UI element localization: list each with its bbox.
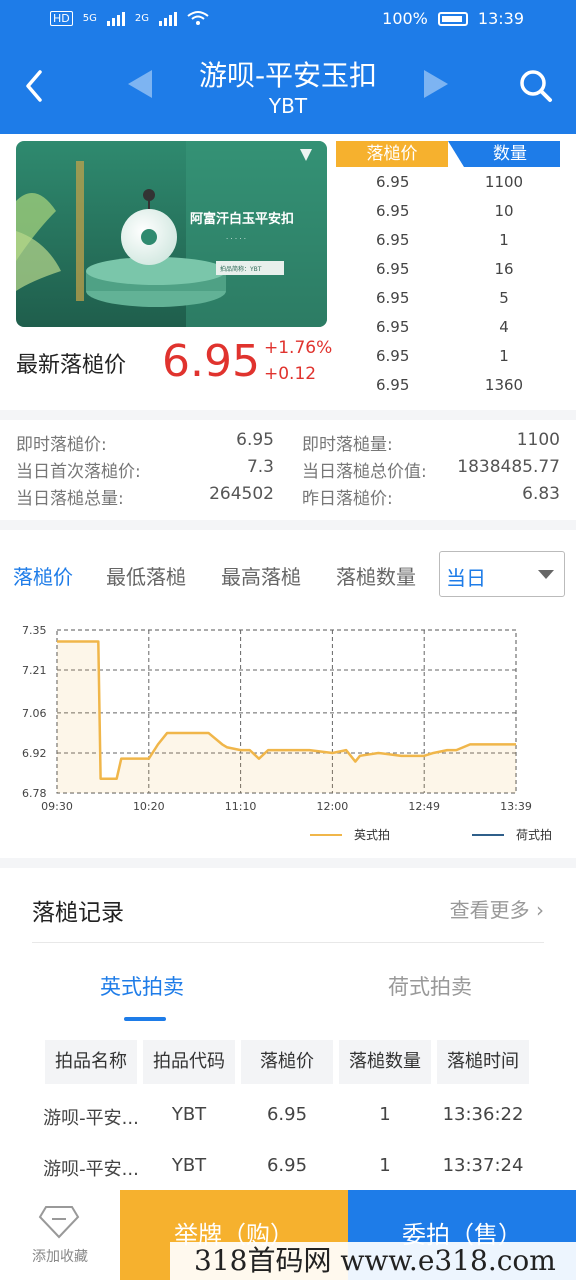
x-tick-label: 09:30: [41, 800, 73, 813]
network-type-1: 5G: [82, 12, 97, 24]
cell-price: 6.95: [266, 1155, 308, 1176]
divider: [32, 942, 544, 943]
col-header-name: 拍品名称: [45, 1040, 137, 1084]
instant-price: 6.95: [236, 430, 274, 450]
add-favorite-button[interactable]: 添加收藏: [0, 1190, 120, 1280]
price-chart: 7.35 7.21 7.06 6.92 6.7809:30 10:20 11:10 12:00…: [22, 624, 552, 842]
active-tab-indicator: [124, 1017, 166, 1021]
y-tick-label: 7.35: [22, 624, 47, 637]
diamond-icon: [38, 1206, 80, 1239]
yesterday-price: 6.83: [522, 484, 560, 504]
col-header-price: 落槌价: [241, 1040, 333, 1084]
cell-name: 游呗-平安...: [43, 1108, 139, 1129]
tab-hammer-price[interactable]: 落槌价: [13, 561, 73, 590]
col-header-code: 拍品代码: [143, 1040, 235, 1084]
view-more-label: 查看更多: [449, 898, 530, 922]
signal-icon: [106, 10, 125, 26]
book-row: 6.95 10: [376, 202, 514, 220]
range-value: 当日: [446, 566, 486, 590]
book-row: 6.95 1: [376, 347, 509, 365]
x-tick-label: 13:39: [500, 800, 532, 813]
total-qty: 264502: [209, 484, 274, 504]
item-code: YBT: [268, 94, 308, 118]
latest-price: 6.95: [162, 336, 260, 387]
x-tick-label: 12:49: [408, 800, 440, 813]
wifi-icon: [187, 11, 209, 25]
book-row: 6.95 1100: [376, 173, 524, 191]
first-price: 7.3: [246, 457, 274, 477]
battery-percent: 100%: [382, 9, 428, 28]
hd-indicator: HD: [50, 10, 73, 26]
cell-qty: 1: [379, 1104, 391, 1125]
total-value-label: 当日落槌总价值:: [302, 462, 427, 482]
series-area: [57, 641, 516, 793]
book-row: 6.95 16: [376, 260, 514, 278]
legend-label: 荷式拍: [516, 827, 552, 842]
instant-price-label: 即时落槌价:: [16, 435, 107, 455]
battery-icon: [437, 11, 468, 26]
tab-english-auction[interactable]: 英式拍卖: [100, 971, 184, 1001]
tab-highest[interactable]: 最高落槌: [221, 561, 301, 590]
chevron-right-icon: ›: [536, 898, 544, 922]
cell-qty: 1: [379, 1155, 391, 1176]
y-tick-label: 6.92: [22, 747, 47, 760]
legend-label: 英式拍: [354, 827, 390, 842]
tab-quantity[interactable]: 落槌数量: [336, 561, 416, 590]
total-qty-label: 当日落槌总量:: [16, 489, 124, 509]
records-title: 落槌记录: [32, 900, 124, 926]
change-amount: +0.12: [264, 364, 317, 384]
cell-code: YBT: [171, 1155, 207, 1176]
signal-icon-2: [159, 10, 177, 26]
tab-dutch-auction[interactable]: 荷式拍卖: [388, 971, 472, 1001]
total-value: 1838485.77: [457, 457, 560, 477]
yesterday-price-label: 昨日落槌价:: [302, 489, 393, 509]
status-bar: HD 5G 2G 100% 13:39: [0, 0, 576, 40]
tab-lowest[interactable]: 最低落槌: [106, 561, 186, 590]
range-select[interactable]: 当日: [439, 551, 565, 597]
x-tick-label: 12:00: [317, 800, 349, 813]
divider: [0, 410, 576, 420]
order-book: 落槌价 数量 6.95 1100 6.95 10 6.95 1 6.95 16 6.95…: [336, 141, 560, 399]
divider: [0, 520, 576, 530]
cell-price: 6.95: [266, 1104, 308, 1125]
image-code-label: 拍品简称：YBT: [220, 265, 262, 273]
add-favorite-label: 添加收藏: [32, 1249, 88, 1265]
chevron-down-icon: [538, 570, 554, 579]
first-price-label: 当日首次落槌价:: [16, 462, 141, 482]
y-tick-label: 7.21: [22, 664, 47, 677]
cell-time: 13:36:22: [442, 1104, 524, 1125]
x-tick-label: 10:20: [133, 800, 165, 813]
col-header-time: 落槌时间: [437, 1040, 529, 1084]
y-tick-label: 7.06: [22, 707, 47, 720]
cell-name: 游呗-平安...: [43, 1159, 139, 1180]
y-tick-label: 6.78: [22, 787, 47, 800]
next-item-button[interactable]: [424, 70, 448, 98]
clock: 13:39: [477, 9, 524, 28]
price-header: 落槌价: [336, 141, 448, 167]
view-more-link[interactable]: 查看更多 ›: [450, 894, 544, 923]
product-image[interactable]: 阿富汗白玉平安扣 · · · · · 拍品简称：YBT: [16, 141, 327, 327]
network-type-2: 2G: [134, 12, 149, 24]
divider: [0, 858, 576, 868]
change-percent: +1.76%: [264, 338, 333, 358]
cell-code: YBT: [171, 1104, 207, 1125]
page-title: 游呗-平安玉扣: [198, 59, 378, 92]
cell-time: 13:37:24: [442, 1155, 524, 1176]
book-row: 6.95 1360: [376, 376, 524, 394]
instant-qty: 1100: [516, 430, 560, 450]
svg-text:· · · · ·: · · · · ·: [226, 235, 246, 243]
app-header: 游呗-平安玉扣 YBT: [0, 40, 576, 134]
qty-header: 数量: [448, 141, 560, 167]
x-tick-label: 11:10: [225, 800, 257, 813]
col-header-qty: 落槌数量: [339, 1040, 431, 1084]
latest-price-label: 最新落槌价: [16, 353, 127, 378]
book-row: 6.95 5: [376, 289, 509, 307]
instant-qty-label: 即时落槌量:: [302, 435, 393, 455]
image-headline: 阿富汗白玉平安扣: [190, 211, 294, 227]
search-icon[interactable]: [518, 68, 554, 104]
book-row: 6.95 1: [376, 231, 509, 249]
book-row: 6.95 4: [376, 318, 509, 336]
watermark: 318首码网 www.e318.com: [170, 1242, 576, 1280]
